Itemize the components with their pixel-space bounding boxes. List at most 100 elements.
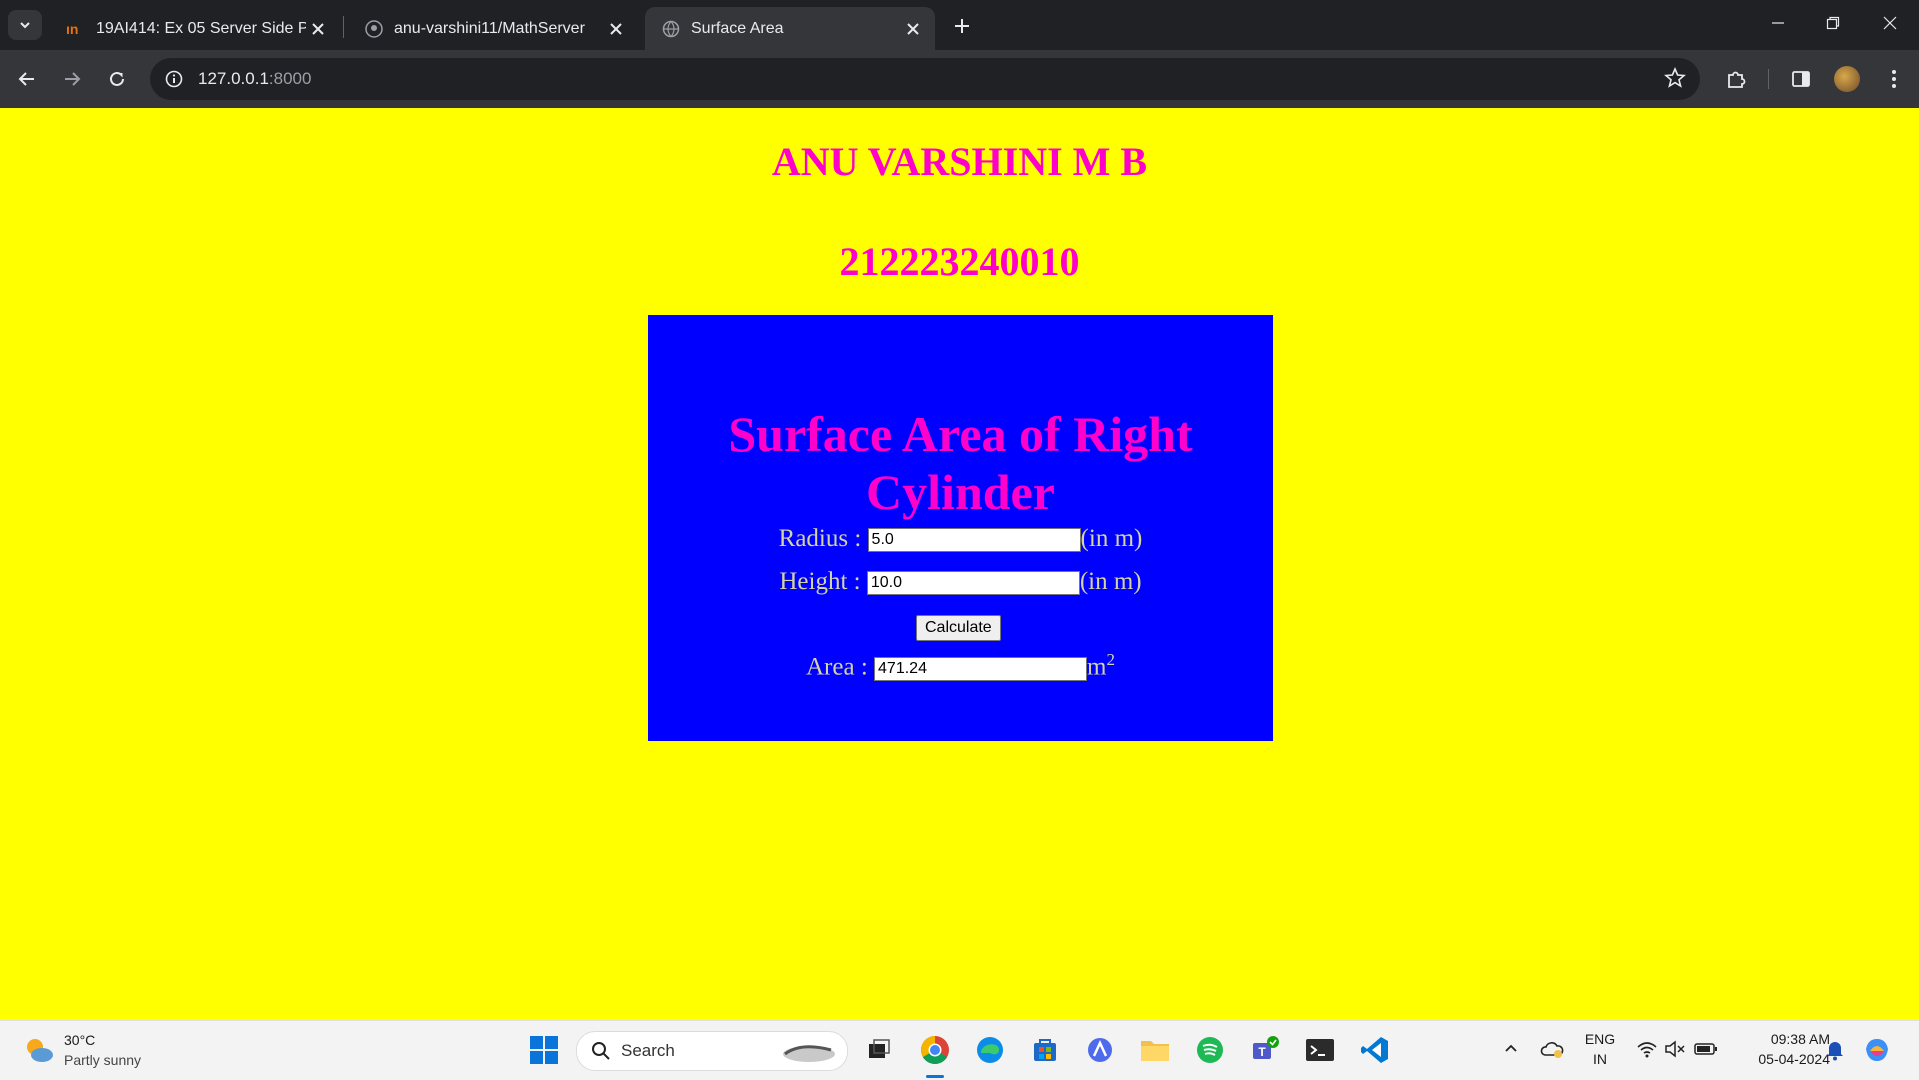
show-hidden-icons-button[interactable] (1503, 1040, 1519, 1061)
area-output[interactable] (874, 656, 1088, 681)
close-tab-icon[interactable] (604, 17, 628, 41)
clock-date[interactable]: 05-04-2024 (1730, 1051, 1830, 1067)
svg-text:ın: ın (66, 21, 78, 37)
form-title: Surface Area of Right Cylinder (728, 406, 1193, 520)
clock-time[interactable]: 09:38 AM (1730, 1031, 1830, 1047)
radius-row: Radius : (in m) (648, 525, 1273, 553)
close-tab-icon[interactable] (306, 17, 330, 41)
calculate-button[interactable]: Calculate (916, 615, 1001, 641)
area-row: Area : m2 (648, 650, 1273, 681)
chevron-down-icon (20, 22, 30, 29)
language-bottom[interactable]: IN (1584, 1051, 1616, 1067)
bell-icon (1827, 1042, 1843, 1061)
arrow-right-icon (65, 72, 81, 86)
search-highlight-icon (783, 1045, 835, 1062)
terminal-taskbar-button[interactable] (1303, 1033, 1337, 1067)
active-app-indicator (926, 1075, 944, 1078)
copilot-icon (1088, 1038, 1112, 1062)
area-unit: m (1087, 653, 1107, 681)
side-panel-button[interactable] (1785, 63, 1817, 95)
height-input[interactable] (866, 571, 1080, 596)
radius-unit: (in m) (1080, 525, 1143, 552)
folder-icon (1141, 1041, 1169, 1061)
chrome-icon (921, 1036, 949, 1064)
vscode-icon (1361, 1037, 1388, 1063)
height-row: Height : (in m) (648, 568, 1273, 596)
url-port: :8000 (268, 69, 312, 88)
minimize-icon (1772, 22, 1784, 24)
spotify-taskbar-button[interactable] (1193, 1033, 1227, 1067)
wifi-tray-icon[interactable] (1636, 1039, 1658, 1064)
browser-tab-bar: ın 19AI414: Ex 05 Server Side Proc anu-v… (0, 0, 1919, 50)
back-button[interactable] (11, 63, 43, 95)
teams-icon: T (1253, 1036, 1279, 1059)
store-taskbar-button[interactable] (1028, 1033, 1062, 1067)
minimize-button[interactable] (1758, 8, 1798, 38)
radius-input[interactable] (867, 528, 1081, 553)
language-top[interactable]: ENG (1584, 1031, 1616, 1047)
edge-taskbar-button[interactable] (973, 1033, 1007, 1067)
reload-icon (110, 71, 124, 86)
tab-surface-area[interactable]: Surface Area (645, 7, 935, 50)
volume-tray-icon[interactable] (1664, 1039, 1686, 1064)
copilot-pre-icon (1866, 1039, 1888, 1061)
toolbar-separator (1768, 69, 1769, 89)
menu-button[interactable] (1878, 63, 1910, 95)
search-icon (592, 1042, 610, 1060)
chrome-taskbar-button[interactable] (918, 1033, 952, 1067)
tab-title: 19AI414: Ex 05 Server Side Proc (96, 19, 306, 37)
arrow-left-icon (18, 72, 34, 86)
teams-taskbar-button[interactable]: T (1248, 1033, 1282, 1067)
site-favicon-icon: ın (66, 19, 86, 39)
area-unit-exponent: 2 (1106, 650, 1115, 669)
copilot-taskbar-button[interactable] (1083, 1033, 1117, 1067)
area-label: Area : (806, 653, 868, 681)
site-info-icon[interactable] (162, 67, 186, 91)
battery-tray-icon[interactable] (1694, 1040, 1718, 1063)
close-window-button[interactable] (1870, 8, 1910, 38)
tab-title: Surface Area (691, 19, 784, 37)
tab-search-button[interactable] (8, 10, 42, 40)
weather-description: Partly sunny (64, 1052, 142, 1068)
student-name: ANU VARSHINI M B (771, 139, 1148, 184)
close-tab-icon[interactable] (901, 17, 925, 41)
start-button[interactable] (527, 1033, 561, 1067)
browser-toolbar: 127.0.0.1:8000 (0, 50, 1919, 108)
search-label: Search (621, 1041, 675, 1060)
task-view-button[interactable] (862, 1033, 896, 1067)
extensions-button[interactable] (1720, 63, 1752, 95)
partly-sunny-icon (27, 1039, 53, 1062)
cloud-icon (1540, 1042, 1564, 1058)
copilot-preview-button[interactable] (1862, 1035, 1892, 1070)
tab-title: anu-varshini11/MathServer (394, 19, 585, 37)
weather-widget[interactable] (22, 1034, 56, 1066)
battery-icon (1694, 1043, 1717, 1055)
windows-logo-icon (530, 1036, 558, 1064)
restore-icon (1826, 16, 1840, 30)
calculator-box: Surface Area of Right Cylinder Radius : … (648, 315, 1273, 741)
profile-avatar[interactable] (1834, 66, 1860, 92)
tab-github[interactable]: anu-varshini11/MathServer (348, 7, 638, 50)
height-label: Height : (779, 568, 861, 595)
bookmark-star-icon[interactable] (1664, 66, 1686, 94)
wifi-icon (1637, 1042, 1657, 1058)
side-panel-icon (1792, 71, 1810, 87)
notifications-button[interactable] (1825, 1039, 1845, 1066)
tab-ex05[interactable]: ın 19AI414: Ex 05 Server Side Proc (50, 7, 340, 50)
address-bar[interactable]: 127.0.0.1:8000 (150, 58, 1700, 100)
url-host: 127.0.0.1 (198, 69, 269, 88)
taskbar-search[interactable]: Search (576, 1031, 848, 1071)
forward-button[interactable] (56, 63, 88, 95)
roll-number: 212223240010 (839, 239, 1080, 284)
file-explorer-taskbar-button[interactable] (1138, 1033, 1172, 1067)
windows-taskbar: 30°C Partly sunny Search T ENG IN 09:38 … (0, 1020, 1919, 1080)
kebab-menu-icon (1892, 70, 1896, 88)
svg-text:T: T (1258, 1045, 1266, 1059)
weather-temperature: 30°C (64, 1032, 96, 1048)
github-icon (364, 19, 384, 39)
new-tab-button[interactable] (948, 12, 976, 40)
onedrive-tray-icon[interactable] (1540, 1039, 1564, 1064)
reload-button[interactable] (101, 63, 133, 95)
restore-button[interactable] (1813, 8, 1853, 38)
vscode-taskbar-button[interactable] (1358, 1033, 1392, 1067)
